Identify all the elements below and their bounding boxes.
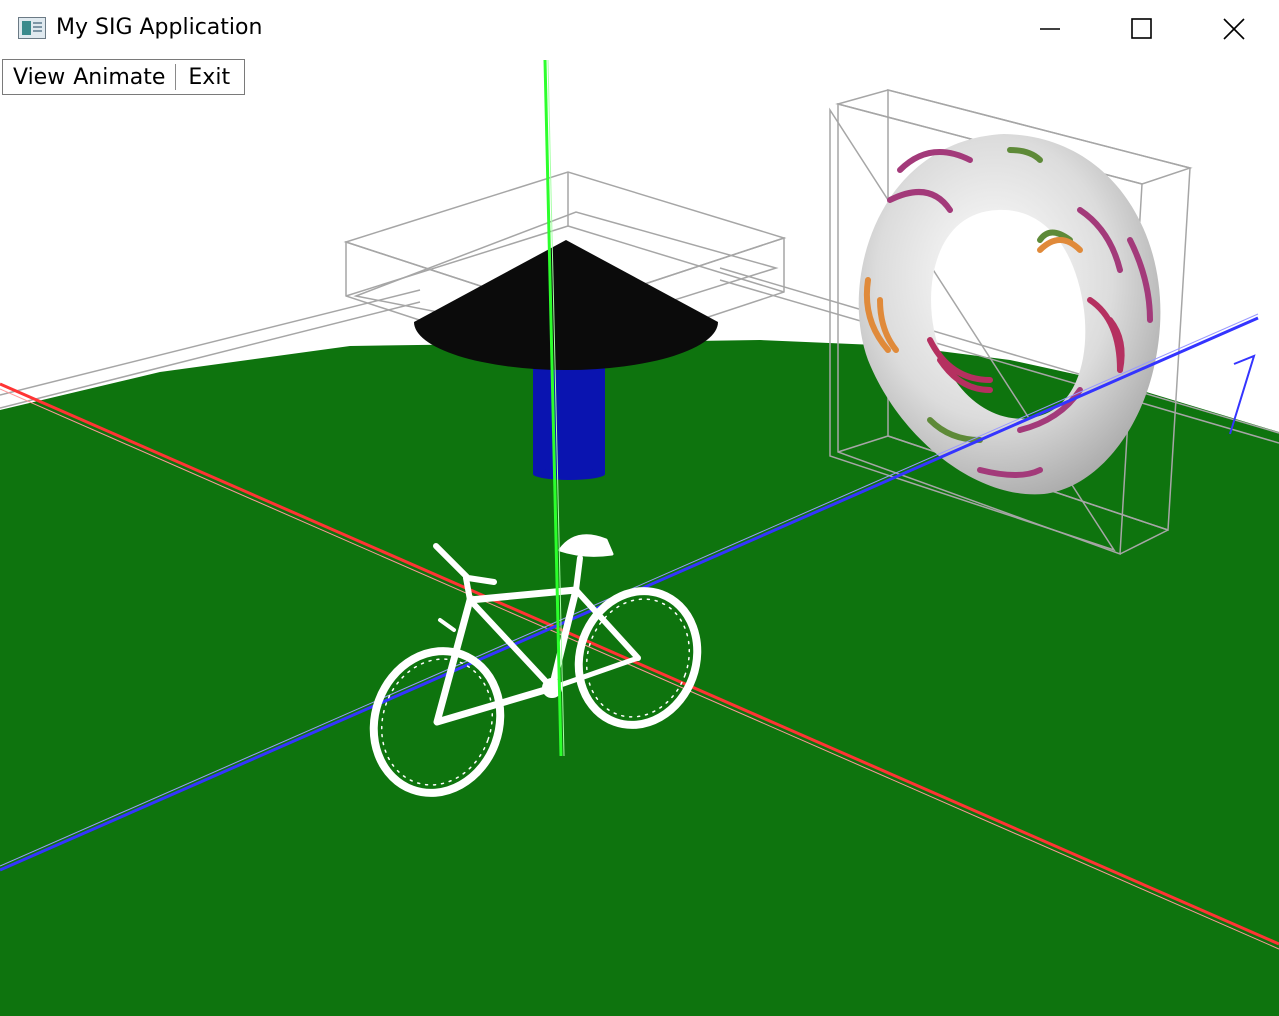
- window-title: My SIG Application: [56, 15, 263, 40]
- maximize-icon: [1131, 18, 1152, 39]
- close-icon: [1223, 18, 1245, 40]
- maximize-button[interactable]: [1096, 0, 1188, 58]
- minimize-button[interactable]: [1004, 0, 1096, 58]
- menu-bar: View Animate Exit: [2, 59, 245, 95]
- app-window-icon: [18, 17, 46, 39]
- close-button[interactable]: [1188, 0, 1279, 58]
- minimize-icon: [1040, 28, 1060, 30]
- menu-view[interactable]: View: [3, 65, 65, 90]
- blue-cylinder: [533, 362, 605, 474]
- menu-exit[interactable]: Exit: [176, 65, 230, 90]
- 3d-viewport[interactable]: [0, 58, 1279, 1016]
- title-bar[interactable]: My SIG Application: [0, 0, 1279, 58]
- menu-animate[interactable]: Animate: [65, 65, 175, 90]
- scene-canvas[interactable]: [0, 58, 1279, 1016]
